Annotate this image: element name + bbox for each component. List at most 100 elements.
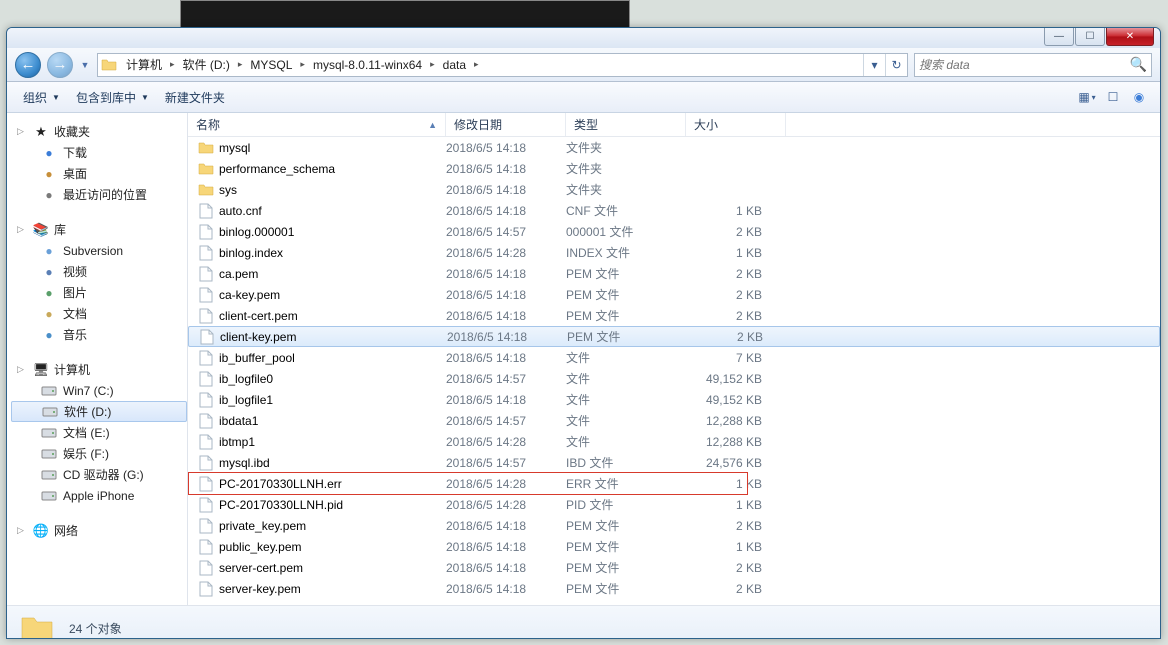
sidebar-item[interactable]: 娱乐 (F:) [11, 443, 187, 464]
file-list-pane: 名称▲ 修改日期 类型 大小 mysql2018/6/5 14:18文件夹per… [188, 113, 1160, 605]
file-row[interactable]: mysql.ibd2018/6/5 14:57IBD 文件24,576 KB [188, 452, 1160, 473]
column-date[interactable]: 修改日期 [446, 113, 566, 136]
sidebar-item[interactable]: ●Subversion [11, 240, 187, 261]
search-input[interactable] [919, 58, 1130, 72]
file-row[interactable]: ib_logfile02018/6/5 14:57文件49,152 KB [188, 368, 1160, 389]
file-row[interactable]: binlog.0000012018/6/5 14:57000001 文件2 KB [188, 221, 1160, 242]
file-row[interactable]: ib_buffer_pool2018/6/5 14:18文件7 KB [188, 347, 1160, 368]
expand-icon[interactable]: ▷ [17, 364, 28, 375]
file-row[interactable]: ca.pem2018/6/5 14:18PEM 文件2 KB [188, 263, 1160, 284]
chevron-right-icon[interactable]: ▸ [428, 59, 437, 70]
file-type: PEM 文件 [566, 559, 686, 576]
expand-icon[interactable]: ▷ [17, 525, 28, 536]
file-type: PEM 文件 [566, 517, 686, 534]
preview-pane-button[interactable]: ☐ [1100, 86, 1126, 108]
address-dropdown-icon[interactable]: ▾ [863, 54, 885, 76]
sidebar-item[interactable]: ●文档 [11, 303, 187, 324]
drive-icon: ● [41, 243, 57, 259]
address-bar[interactable]: 计算机▸软件 (D:)▸MYSQL▸mysql-8.0.11-winx64▸da… [97, 53, 908, 77]
column-name[interactable]: 名称▲ [188, 113, 446, 136]
file-icon [198, 392, 214, 408]
breadcrumb-segment[interactable]: MYSQL [244, 54, 298, 76]
file-row[interactable]: private_key.pem2018/6/5 14:18PEM 文件2 KB [188, 515, 1160, 536]
sidebar-item[interactable]: ●下载 [11, 142, 187, 163]
chevron-right-icon[interactable]: ▸ [168, 59, 177, 70]
sidebar-group-header[interactable]: ▷🖥计算机 [11, 359, 187, 380]
file-row[interactable]: ibtmp12018/6/5 14:28文件12,288 KB [188, 431, 1160, 452]
search-box[interactable]: 🔍 [914, 53, 1152, 77]
breadcrumb-segment[interactable]: 计算机 [120, 54, 168, 76]
expand-icon[interactable]: ▷ [17, 224, 28, 235]
file-type: ERR 文件 [566, 475, 686, 492]
refresh-button[interactable]: ↻ [885, 54, 907, 76]
file-size: 7 KB [686, 351, 774, 365]
sidebar-item[interactable]: ●图片 [11, 282, 187, 303]
file-size: 49,152 KB [686, 393, 774, 407]
drive-icon [41, 383, 57, 399]
file-row[interactable]: ibdata12018/6/5 14:57文件12,288 KB [188, 410, 1160, 431]
column-size[interactable]: 大小 [686, 113, 786, 136]
file-name: performance_schema [219, 162, 335, 176]
new-folder-button[interactable]: 新建文件夹 [157, 85, 233, 110]
sidebar-item[interactable]: ●视频 [11, 261, 187, 282]
sidebar-item-label: 文档 [63, 305, 87, 322]
file-row[interactable]: PC-20170330LLNH.err2018/6/5 14:28ERR 文件1… [188, 473, 1160, 494]
chevron-right-icon[interactable]: ▸ [298, 59, 307, 70]
history-dropdown-icon[interactable]: ▼ [79, 60, 91, 70]
file-list[interactable]: mysql2018/6/5 14:18文件夹performance_schema… [188, 137, 1160, 605]
sidebar-item[interactable]: ●最近访问的位置 [11, 184, 187, 205]
sidebar-item[interactable]: Win7 (C:) [11, 380, 187, 401]
sidebar-item[interactable]: ● 桌面 [11, 163, 187, 184]
sidebar-group-header[interactable]: ▷📚库 [11, 219, 187, 240]
sidebar-item-label: Win7 (C:) [63, 384, 114, 398]
file-row[interactable]: ib_logfile12018/6/5 14:18文件49,152 KB [188, 389, 1160, 410]
drive-icon: ● [41, 166, 57, 182]
file-type: 文件夹 [566, 181, 686, 198]
file-row[interactable]: server-key.pem2018/6/5 14:18PEM 文件2 KB [188, 578, 1160, 599]
sidebar-item[interactable]: Apple iPhone [11, 485, 187, 506]
file-row[interactable]: mysql2018/6/5 14:18文件夹 [188, 137, 1160, 158]
search-icon[interactable]: 🔍 [1130, 56, 1147, 73]
drive-icon: ● [41, 264, 57, 280]
file-row[interactable]: auto.cnf2018/6/5 14:18CNF 文件1 KB [188, 200, 1160, 221]
file-size: 2 KB [687, 330, 775, 344]
breadcrumb-segment[interactable]: data [437, 54, 472, 76]
file-row[interactable]: performance_schema2018/6/5 14:18文件夹 [188, 158, 1160, 179]
sidebar-item[interactable]: CD 驱动器 (G:) [11, 464, 187, 485]
file-row[interactable]: sys2018/6/5 14:18文件夹 [188, 179, 1160, 200]
file-row[interactable]: ca-key.pem2018/6/5 14:18PEM 文件2 KB [188, 284, 1160, 305]
file-date: 2018/6/5 14:57 [446, 414, 566, 428]
back-button[interactable]: ← [15, 52, 41, 78]
maximize-button[interactable]: ☐ [1075, 28, 1105, 46]
help-button[interactable]: ◉ [1126, 86, 1152, 108]
file-type: 文件 [566, 370, 686, 387]
organize-menu[interactable]: 组织▼ [15, 85, 68, 110]
minimize-button[interactable]: — [1044, 28, 1074, 46]
file-date: 2018/6/5 14:28 [446, 477, 566, 491]
sidebar-item[interactable]: 软件 (D:) [11, 401, 187, 422]
forward-button[interactable]: → [47, 52, 73, 78]
file-row[interactable]: public_key.pem2018/6/5 14:18PEM 文件1 KB [188, 536, 1160, 557]
file-row[interactable]: PC-20170330LLNH.pid2018/6/5 14:28PID 文件1… [188, 494, 1160, 515]
file-row[interactable]: binlog.index2018/6/5 14:28INDEX 文件1 KB [188, 242, 1160, 263]
sidebar-group-header[interactable]: ▷🌐网络 [11, 520, 187, 541]
file-row[interactable]: server-cert.pem2018/6/5 14:18PEM 文件2 KB [188, 557, 1160, 578]
sidebar-item[interactable]: 文档 (E:) [11, 422, 187, 443]
chevron-right-icon[interactable]: ▸ [236, 59, 245, 70]
include-in-library-menu[interactable]: 包含到库中▼ [68, 85, 157, 110]
file-type: 文件 [566, 433, 686, 450]
expand-icon[interactable]: ▷ [17, 126, 28, 137]
chevron-down-icon: ▼ [52, 93, 60, 102]
file-date: 2018/6/5 14:28 [446, 498, 566, 512]
file-row[interactable]: client-cert.pem2018/6/5 14:18PEM 文件2 KB [188, 305, 1160, 326]
breadcrumb-segment[interactable]: 软件 (D:) [177, 54, 236, 76]
file-row[interactable]: client-key.pem2018/6/5 14:18PEM 文件2 KB [188, 326, 1160, 347]
breadcrumb-segment[interactable]: mysql-8.0.11-winx64 [307, 54, 428, 76]
column-type[interactable]: 类型 [566, 113, 686, 136]
sidebar-item[interactable]: ●音乐 [11, 324, 187, 345]
chevron-right-icon[interactable]: ▸ [472, 59, 481, 70]
close-button[interactable]: ✕ [1106, 28, 1154, 46]
view-options-button[interactable]: ▦▾ [1074, 86, 1100, 108]
sidebar-item-label: 桌面 [63, 165, 87, 182]
sidebar-group-header[interactable]: ▷★收藏夹 [11, 121, 187, 142]
